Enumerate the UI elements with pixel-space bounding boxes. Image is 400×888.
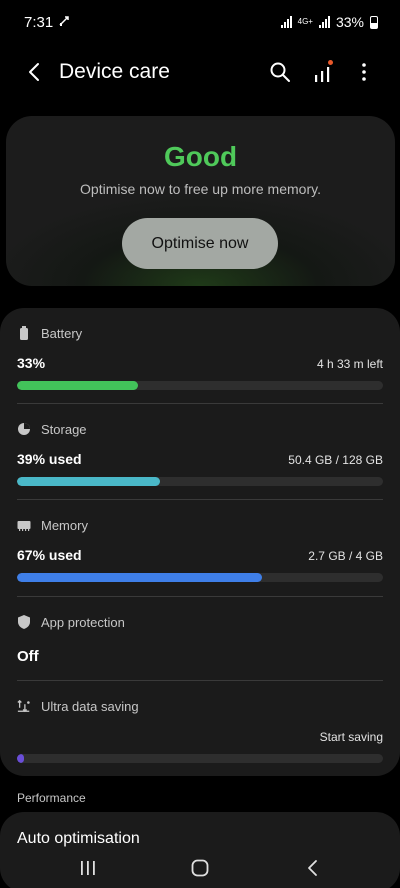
memory-value: 67% used — [17, 547, 82, 563]
ultra-data-saving-progress-fill — [17, 754, 25, 763]
auto-optimisation-label: Auto optimisation — [17, 830, 140, 847]
recents-icon — [81, 861, 95, 875]
memory-row[interactable]: Memory 67% used 2.7 GB / 4 GB — [17, 515, 383, 582]
memory-progress-bar — [17, 573, 383, 582]
memory-values: 67% used 2.7 GB / 4 GB — [17, 547, 383, 563]
ultra-data-saving-values: Start saving — [17, 730, 383, 744]
status-time: 7:31 — [24, 13, 54, 31]
recents-button[interactable] — [76, 856, 100, 880]
device-care-screen: 7:31 4G+ 33% Device care Good Optimise n… — [0, 0, 400, 888]
storage-header: Storage — [17, 419, 383, 439]
battery-percent: 33% — [335, 14, 364, 30]
memory-detail: 2.7 GB / 4 GB — [308, 549, 383, 563]
search-button[interactable] — [268, 60, 292, 84]
status-bar-right: 4G+ 33% — [280, 14, 378, 30]
app-protection-label: App protection — [41, 614, 125, 630]
start-saving-action[interactable]: Start saving — [320, 730, 383, 744]
back-nav-icon — [308, 860, 317, 876]
network-type: 4G+ — [297, 17, 313, 26]
memory-label: Memory — [41, 517, 88, 533]
divider — [17, 403, 383, 404]
memory-header: Memory — [17, 515, 383, 535]
signal-icon-sim2 — [318, 16, 330, 28]
metrics-card: Battery 33% 4 h 33 m left Storage 39% us… — [0, 308, 400, 776]
storage-progress-bar — [17, 477, 383, 486]
battery-value: 33% — [17, 355, 46, 371]
device-status: Good — [163, 141, 238, 172]
memory-chip-icon — [17, 518, 31, 532]
storage-pie-icon — [17, 422, 31, 436]
back-button[interactable] — [22, 60, 46, 84]
divider — [17, 499, 383, 500]
storage-progress-fill — [17, 477, 160, 486]
status-bar: 7:31 4G+ 33% — [0, 0, 400, 44]
battery-row[interactable]: Battery 33% 4 h 33 m left — [17, 323, 383, 390]
home-button[interactable] — [188, 856, 212, 880]
battery-progress-bar — [17, 381, 383, 390]
more-options-button[interactable] — [352, 60, 376, 84]
ultra-data-saving-label: Ultra data saving — [41, 698, 139, 714]
ultra-data-saving-row[interactable]: Ultra data saving Start saving — [17, 696, 383, 763]
battery-header: Battery — [17, 323, 383, 343]
device-status-card: Good Optimise now to free up more memory… — [6, 116, 395, 286]
app-protection-header: App protection — [17, 612, 383, 632]
battery-detail: 4 h 33 m left — [316, 357, 383, 371]
optimise-now-button[interactable]: Optimise now — [122, 218, 278, 269]
navigation-bar — [0, 848, 400, 888]
ultra-data-saving-progress-bar — [17, 754, 383, 763]
battery-icon — [370, 15, 378, 29]
divider — [17, 680, 383, 681]
status-bar-left: 7:31 — [24, 14, 69, 31]
app-header: Device care — [0, 50, 400, 94]
storage-row[interactable]: Storage 39% used 50.4 GB / 128 GB — [17, 419, 383, 486]
storage-value: 39% used — [17, 451, 82, 467]
page-title: Device care — [59, 60, 170, 83]
stats-button[interactable] — [310, 60, 334, 84]
divider — [17, 596, 383, 597]
ultra-data-saving-header: Ultra data saving — [17, 696, 383, 716]
app-protection-row[interactable]: App protection Off — [17, 612, 383, 666]
notification-dot — [328, 60, 333, 65]
memory-progress-fill — [17, 573, 263, 582]
battery-label: Battery — [41, 325, 83, 341]
battery-icon — [17, 326, 31, 340]
home-icon — [191, 859, 209, 877]
app-protection-value: Off — [17, 648, 39, 665]
storage-detail: 50.4 GB / 128 GB — [288, 453, 383, 467]
storage-label: Storage — [41, 421, 87, 437]
performance-section-label: Performance — [17, 791, 86, 805]
status-message: Optimise now to free up more memory. — [80, 181, 321, 197]
storage-values: 39% used 50.4 GB / 128 GB — [17, 451, 383, 467]
app-protection-values: Off — [17, 648, 383, 665]
more-icon — [362, 63, 366, 81]
back-icon — [29, 63, 39, 81]
search-icon — [270, 62, 290, 82]
battery-progress-fill — [17, 381, 138, 390]
data-saver-icon — [59, 14, 69, 31]
battery-values: 33% 4 h 33 m left — [17, 355, 383, 371]
shield-icon — [17, 615, 31, 629]
data-saving-icon — [17, 699, 31, 713]
back-nav-button[interactable] — [300, 856, 324, 880]
signal-icon — [280, 16, 292, 28]
